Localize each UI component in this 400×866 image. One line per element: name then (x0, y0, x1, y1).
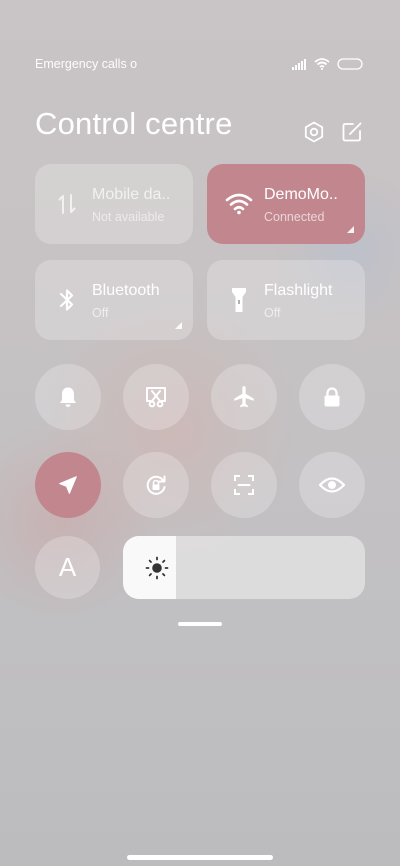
auto-brightness-label: A (58, 552, 77, 582)
screenshot-scissors-icon (146, 387, 166, 408)
settings-button[interactable] (303, 121, 325, 143)
flashlight-icon (225, 286, 253, 314)
flashlight-label: Flashlight (264, 282, 333, 299)
edit-button[interactable] (341, 121, 363, 143)
home-indicator[interactable] (127, 855, 273, 860)
flashlight-status: Off (264, 306, 281, 320)
eye-icon (318, 477, 346, 493)
mobile-data-status: Not available (92, 210, 165, 224)
lock-screen-toggle[interactable] (299, 364, 365, 430)
bluetooth-status: Off (92, 306, 109, 320)
status-icons (292, 58, 363, 70)
wifi-more-indicator[interactable] (347, 226, 354, 233)
mobile-data-icon (53, 190, 81, 218)
signal-icon (292, 58, 306, 70)
wifi-tile[interactable]: DemoMo.. Connected (207, 164, 365, 244)
scan-icon (234, 475, 254, 495)
mobile-data-tile[interactable]: Mobile da.. Not available (35, 164, 193, 244)
rotation-lock-icon (146, 475, 166, 495)
bluetooth-label: Bluetooth (92, 282, 160, 299)
lock-icon (324, 387, 340, 407)
wifi-label: DemoMo.. (264, 186, 338, 203)
brightness-slider[interactable] (123, 536, 365, 599)
battery-icon (337, 58, 363, 70)
page-title: Control centre (35, 106, 233, 141)
airplane-mode-toggle[interactable] (211, 364, 277, 430)
silent-mode-toggle[interactable] (35, 364, 101, 430)
carrier-text: Emergency calls o (35, 57, 138, 71)
brightness-icon (145, 556, 169, 580)
bell-icon (60, 387, 76, 407)
status-bar: Emergency calls o (35, 56, 363, 72)
settings-icon (304, 121, 324, 143)
bluetooth-icon (53, 286, 81, 314)
wifi-icon (225, 190, 253, 218)
reading-mode-toggle[interactable] (299, 452, 365, 518)
auto-brightness-toggle[interactable]: A (35, 536, 100, 599)
location-arrow-icon (59, 476, 77, 494)
scanner-toggle[interactable] (211, 452, 277, 518)
edit-icon (342, 122, 362, 142)
wifi-status-icon (314, 58, 330, 70)
mobile-data-label: Mobile da.. (92, 186, 171, 203)
airplane-icon (234, 386, 254, 408)
wifi-status: Connected (264, 210, 325, 224)
rotation-lock-toggle[interactable] (123, 452, 189, 518)
bluetooth-more-indicator[interactable] (175, 322, 182, 329)
flashlight-tile[interactable]: Flashlight Off (207, 260, 365, 340)
screenshot-toggle[interactable] (123, 364, 189, 430)
panel-drag-handle[interactable] (178, 622, 222, 626)
location-toggle[interactable] (35, 452, 101, 518)
bluetooth-tile[interactable]: Bluetooth Off (35, 260, 193, 340)
